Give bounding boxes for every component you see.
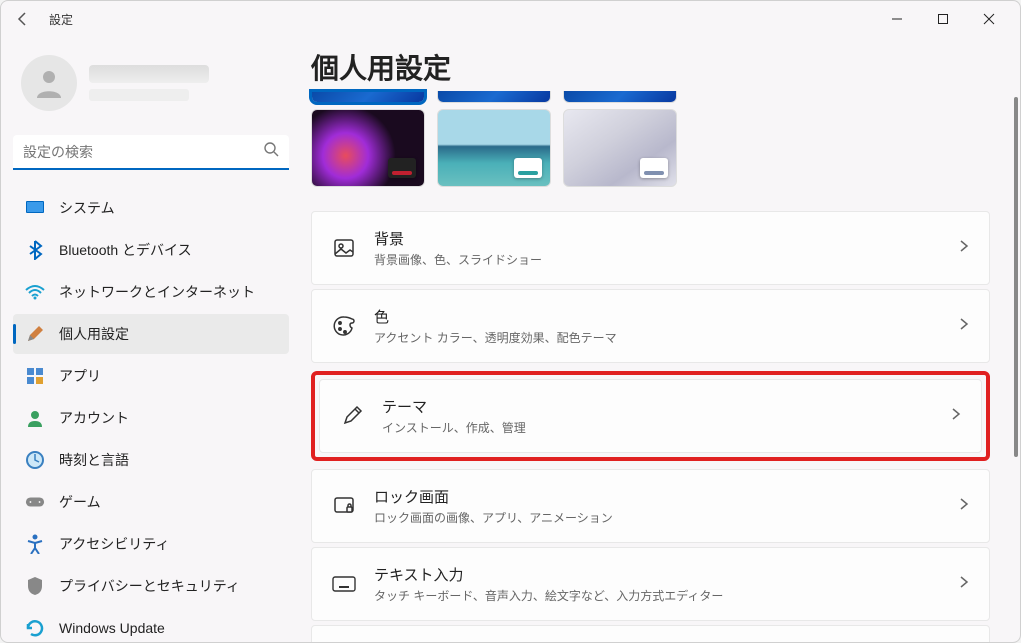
search-box[interactable] bbox=[13, 135, 289, 170]
setting-title: テーマ bbox=[382, 396, 933, 417]
settings-list: 背景 背景画像、色、スライドショー 色 アクセント カラー、透明度効果、配色テー… bbox=[311, 211, 990, 642]
nav-label: プライバシーとセキュリティ bbox=[59, 576, 240, 596]
keyboard-icon bbox=[332, 572, 356, 596]
nav-label: アカウント bbox=[59, 408, 129, 428]
setting-desc: インストール、作成、管理 bbox=[382, 419, 933, 436]
search-icon bbox=[263, 141, 279, 162]
chevron-right-icon bbox=[959, 497, 969, 516]
nav-label: システム bbox=[59, 198, 115, 218]
setting-desc: アクセント カラー、透明度効果、配色テーマ bbox=[374, 329, 941, 346]
nav-bluetooth[interactable]: Bluetooth とデバイス bbox=[13, 230, 289, 270]
setting-colors[interactable]: 色 アクセント カラー、透明度効果、配色テーマ bbox=[311, 289, 990, 363]
arrow-left-icon bbox=[15, 11, 31, 27]
profile-email bbox=[89, 89, 189, 101]
theme-thumb-3[interactable] bbox=[563, 91, 677, 103]
accessibility-icon bbox=[25, 534, 45, 554]
setting-desc: 背景画像、色、スライドショー bbox=[374, 251, 941, 268]
bluetooth-icon bbox=[25, 240, 45, 260]
main-panel: 個人用設定 bbox=[301, 37, 1020, 642]
nav-label: ネットワークとインターネット bbox=[59, 282, 255, 302]
avatar bbox=[21, 55, 77, 111]
nav-label: Windows Update bbox=[59, 620, 165, 636]
nav-personalization[interactable]: 個人用設定 bbox=[13, 314, 289, 354]
back-button[interactable] bbox=[9, 5, 37, 33]
setting-title: 色 bbox=[374, 306, 941, 327]
nav-label: 個人用設定 bbox=[59, 324, 129, 344]
setting-text-input[interactable]: テキスト入力 タッチ キーボード、音声入力、絵文字など、入力方式エディター bbox=[311, 547, 990, 621]
close-icon bbox=[983, 13, 995, 25]
setting-start[interactable]: スタート bbox=[311, 625, 990, 642]
theme-thumb-flower[interactable] bbox=[311, 109, 425, 187]
nav-label: アクセシビリティ bbox=[59, 534, 169, 554]
minimize-button[interactable] bbox=[874, 3, 920, 35]
setting-desc: タッチ キーボード、音声入力、絵文字など、入力方式エディター bbox=[374, 587, 941, 604]
nav-network[interactable]: ネットワークとインターネット bbox=[13, 272, 289, 312]
nav-time-language[interactable]: 時刻と言語 bbox=[13, 440, 289, 480]
profile-section[interactable] bbox=[13, 45, 289, 131]
sidebar: システム Bluetooth とデバイス ネットワークとインターネット 個人用設… bbox=[1, 37, 301, 642]
nav-accounts[interactable]: アカウント bbox=[13, 398, 289, 438]
close-button[interactable] bbox=[966, 3, 1012, 35]
lockscreen-icon bbox=[332, 494, 356, 518]
shield-icon bbox=[25, 576, 45, 596]
account-icon bbox=[25, 408, 45, 428]
maximize-icon bbox=[937, 13, 949, 25]
theme-thumbnails-row bbox=[311, 109, 990, 187]
nav-apps[interactable]: アプリ bbox=[13, 356, 289, 396]
nav-label: アプリ bbox=[59, 366, 101, 386]
nav-label: 時刻と言語 bbox=[59, 450, 129, 470]
maximize-button[interactable] bbox=[920, 3, 966, 35]
nav-label: Bluetooth とデバイス bbox=[59, 240, 192, 260]
theme-thumb-1[interactable] bbox=[311, 91, 425, 103]
theme-thumb-wave[interactable] bbox=[563, 109, 677, 187]
window-title: 設定 bbox=[49, 11, 73, 28]
setting-title: ロック画面 bbox=[374, 486, 941, 507]
setting-themes[interactable]: テーマ インストール、作成、管理 bbox=[319, 379, 982, 453]
setting-title: 背景 bbox=[374, 228, 941, 249]
chevron-right-icon bbox=[959, 575, 969, 594]
nav-gaming[interactable]: ゲーム bbox=[13, 482, 289, 522]
gamepad-icon bbox=[25, 492, 45, 512]
theme-thumb-2[interactable] bbox=[437, 91, 551, 103]
apps-icon bbox=[25, 366, 45, 386]
setting-lockscreen[interactable]: ロック画面 ロック画面の画像、アプリ、アニメーション bbox=[311, 469, 990, 543]
nav-system[interactable]: システム bbox=[13, 188, 289, 228]
scrollbar-thumb[interactable] bbox=[1014, 97, 1018, 457]
image-icon bbox=[332, 236, 356, 260]
nav-privacy[interactable]: プライバシーとセキュリティ bbox=[13, 566, 289, 606]
pen-icon bbox=[340, 404, 364, 428]
setting-desc: ロック画面の画像、アプリ、アニメーション bbox=[374, 509, 941, 526]
update-icon bbox=[25, 618, 45, 638]
paintbrush-icon bbox=[25, 324, 45, 344]
titlebar: 設定 bbox=[1, 1, 1020, 37]
chevron-right-icon bbox=[959, 317, 969, 336]
theme-thumb-sea[interactable] bbox=[437, 109, 551, 187]
minimize-icon bbox=[891, 13, 903, 25]
nav-accessibility[interactable]: アクセシビリティ bbox=[13, 524, 289, 564]
system-icon bbox=[25, 198, 45, 218]
theme-thumbnails-row-top bbox=[311, 91, 990, 103]
window-controls bbox=[874, 3, 1012, 35]
person-icon bbox=[31, 65, 67, 101]
scrollbar[interactable] bbox=[1014, 97, 1018, 622]
page-title: 個人用設定 bbox=[311, 47, 990, 87]
setting-background[interactable]: 背景 背景画像、色、スライドショー bbox=[311, 211, 990, 285]
palette-icon bbox=[332, 314, 356, 338]
settings-window: 設定 bbox=[0, 0, 1021, 643]
highlight-annotation: テーマ インストール、作成、管理 bbox=[311, 371, 990, 461]
wifi-icon bbox=[25, 282, 45, 302]
content-area: システム Bluetooth とデバイス ネットワークとインターネット 個人用設… bbox=[1, 37, 1020, 642]
search-input[interactable] bbox=[23, 144, 263, 160]
setting-title: テキスト入力 bbox=[374, 564, 941, 585]
chevron-right-icon bbox=[959, 239, 969, 258]
nav-label: ゲーム bbox=[59, 492, 101, 512]
nav-windows-update[interactable]: Windows Update bbox=[13, 608, 289, 642]
profile-name bbox=[89, 65, 209, 83]
clock-globe-icon bbox=[25, 450, 45, 470]
nav-list: システム Bluetooth とデバイス ネットワークとインターネット 個人用設… bbox=[13, 188, 289, 642]
chevron-right-icon bbox=[951, 407, 961, 426]
